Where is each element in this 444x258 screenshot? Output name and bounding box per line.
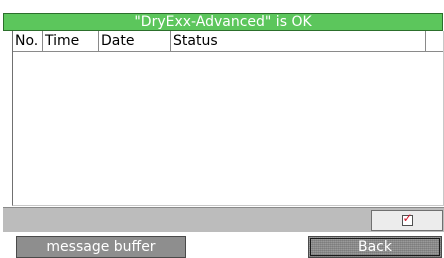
- message-table: No. Time Date Status: [12, 31, 444, 206]
- column-header-date[interactable]: Date: [99, 31, 171, 51]
- message-buffer-button[interactable]: message buffer: [16, 236, 186, 258]
- back-button[interactable]: Back: [308, 236, 442, 258]
- acknowledge-button[interactable]: ✓: [371, 210, 443, 231]
- message-screen: "DryExx-Advanced" is OK No. Time Date St…: [0, 0, 444, 258]
- system-status-text: "DryExx-Advanced" is OK: [134, 14, 312, 30]
- table-body[interactable]: [13, 52, 443, 205]
- system-status-bar: "DryExx-Advanced" is OK: [3, 13, 443, 31]
- column-header-time[interactable]: Time: [43, 31, 99, 51]
- column-header-status[interactable]: Status: [171, 31, 426, 51]
- column-header-spare: [426, 31, 443, 51]
- table-header: No. Time Date Status: [13, 31, 443, 52]
- checkbox-checked-icon: ✓: [401, 211, 413, 226]
- check-mark-icon: ✓: [402, 211, 413, 225]
- column-header-no[interactable]: No.: [13, 31, 43, 51]
- table-footer-bar: ✓: [3, 207, 444, 232]
